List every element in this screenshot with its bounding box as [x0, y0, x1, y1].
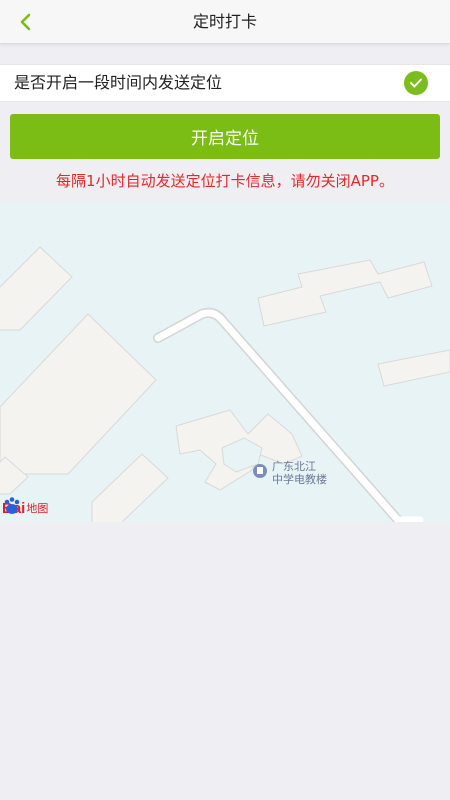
baidu-map-logo: Bai 地图: [2, 496, 48, 520]
map-canvas: [0, 246, 450, 522]
map-view[interactable]: 广东北江 中学电教楼 Bai 地图: [0, 202, 450, 522]
notice-text: 每隔1小时自动发送定位打卡信息，请勿关闭APP。: [56, 172, 394, 190]
map-building: [91, 453, 169, 522]
location-toggle-row[interactable]: 是否开启一段时间内发送定位: [0, 64, 450, 102]
page-title: 定时打卡: [192, 12, 257, 31]
map-building: [0, 313, 157, 475]
map-building: [257, 259, 433, 327]
poi-label-line1: 广东北江: [272, 460, 316, 473]
poi-label[interactable]: 广东北江 中学电教楼: [272, 460, 327, 486]
baidu-logo-suffix: 地图: [26, 502, 49, 515]
location-toggle-label: 是否开启一段时间内发送定位: [14, 73, 223, 92]
check-circle-icon[interactable]: [404, 71, 428, 95]
start-location-button[interactable]: 开启定位: [10, 114, 440, 159]
header-bar: 定时打卡: [0, 0, 450, 44]
map-building: [377, 349, 450, 387]
map-building: [0, 246, 73, 331]
map-pin-icon: [253, 464, 267, 478]
baidu-paw-icon: [4, 497, 20, 514]
poi-label-line2: 中学电教楼: [272, 473, 327, 486]
